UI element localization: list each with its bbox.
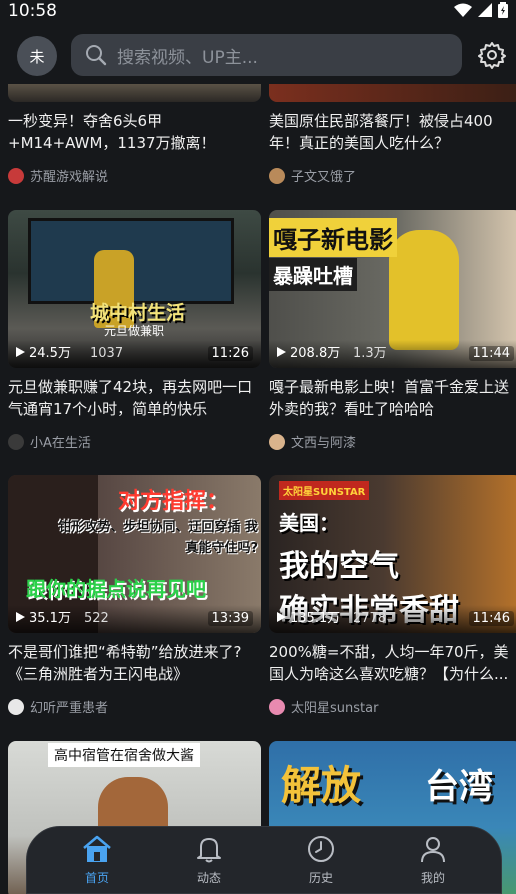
gear-icon[interactable] <box>478 41 506 69</box>
user-avatar[interactable]: 未 <box>17 36 57 76</box>
clock-icon <box>308 836 334 862</box>
video-card[interactable]: 城中村生活 元旦做兼职 24.5万 1037 11:26 元旦做兼职赚了42块，… <box>8 210 261 451</box>
video-card[interactable]: 一秒变异！夺舍6头6甲+M14+AWM，1137万撤离！ 苏醒游戏解说 <box>8 84 261 185</box>
bottom-tab-bar: 首页 动态 历史 我的 <box>26 826 502 894</box>
view-count: 135.1万 <box>277 607 340 626</box>
thumbnail-overlay-subtext: 台湾 <box>425 767 493 807</box>
video-author[interactable]: 文西与阿漆 <box>269 432 516 451</box>
video-title[interactable]: 嘎子最新电影上映！首富千金爱上送外卖的我？看吐了哈哈哈 <box>269 376 516 420</box>
video-title[interactable]: 200%糖=不甜，人均一年70斤，美国人为啥这么喜欢吃糖？【为什么... <box>269 641 516 685</box>
danmaku-count: 2778 <box>353 611 387 626</box>
author-name: 苏醒游戏解说 <box>30 170 109 185</box>
status-bar: 10:58 <box>0 0 516 24</box>
author-name: 幻听严重患者 <box>30 701 109 716</box>
video-thumbnail[interactable] <box>8 84 261 102</box>
search-placeholder: 搜索视频、UP主... <box>117 47 258 68</box>
thumbnail-overlay-text: 美国： <box>279 511 339 535</box>
thumbnail-meta: 35.1万 522 13:39 <box>8 605 261 633</box>
thumbnail-overlay-text: 高中宿管在宿舍做大酱 <box>48 743 200 767</box>
video-card[interactable]: 美国原住民部落餐厅！被侵占400年！真正的美国人吃什么？ 子文又饿了 <box>269 84 516 185</box>
signal-icon <box>478 3 492 17</box>
video-title[interactable]: 元旦做兼职赚了42块，再去网吧一口气通宵17个小时，简单的快乐 <box>8 376 261 420</box>
author-avatar <box>8 433 24 450</box>
video-thumbnail[interactable]: 城中村生活 元旦做兼职 24.5万 1037 11:26 <box>8 210 261 368</box>
thumbnail-overlay-subtext: 暴躁吐槽 <box>269 258 357 291</box>
tab-label: 首页 <box>84 871 109 885</box>
author-name: 子文又饿了 <box>291 170 357 185</box>
play-icon <box>277 611 286 622</box>
video-author[interactable]: 子文又饿了 <box>269 166 516 185</box>
thumbnail-meta: 135.1万 2778 11:46 <box>269 605 516 633</box>
battery-icon <box>498 2 508 18</box>
thumbnail-overlay-bottom-text: 跟你的据点说再见吧 <box>26 577 206 601</box>
tab-home[interactable]: 首页 <box>57 833 137 891</box>
video-duration: 11:26 <box>207 346 253 361</box>
thumbnail-overlay-text: 嘎子新电影 <box>269 218 397 257</box>
view-count: 208.8万 <box>277 342 340 361</box>
video-author[interactable]: 幻听严重患者 <box>8 697 261 716</box>
view-count: 24.5万 <box>16 342 71 361</box>
thumbnail-overlay-text: 解放 <box>281 763 361 809</box>
thumbnail-overlay-subtext: 我的空气 <box>279 549 399 584</box>
video-title[interactable]: 不是哥们谁把“希特勒”给放进来了?《三角洲胜者为王闪电战》 <box>8 641 261 685</box>
play-icon <box>277 346 286 357</box>
thumbnail-overlay-text: 对方指挥： <box>118 489 229 514</box>
play-icon <box>16 611 25 622</box>
play-icon <box>16 346 25 357</box>
video-card[interactable]: 嘎子新电影 暴躁吐槽 208.8万 1.3万 11:44 嘎子最新电影上映！首富… <box>269 210 516 451</box>
author-avatar <box>269 433 285 450</box>
tab-label: 历史 <box>308 871 333 885</box>
author-name: 小A在生活 <box>30 436 91 451</box>
video-feed[interactable]: 一秒变异！夺舍6头6甲+M14+AWM，1137万撤离！ 苏醒游戏解说 美国原住… <box>0 84 516 894</box>
thumbnail-meta: 208.8万 1.3万 11:44 <box>269 340 516 368</box>
author-name: 文西与阿漆 <box>291 436 357 451</box>
video-thumbnail[interactable]: 对方指挥： 钳形攻势、步坦协同、迂回穿插 我真能守住吗? 跟你的据点说再见吧 3… <box>8 475 261 633</box>
brand-logo: 太阳星SUNSTAR <box>279 481 370 500</box>
video-card[interactable]: 对方指挥： 钳形攻势、步坦协同、迂回穿插 我真能守住吗? 跟你的据点说再见吧 3… <box>8 475 261 716</box>
danmaku-count: 522 <box>84 611 109 626</box>
thumbnail-meta: 24.5万 1037 11:26 <box>8 340 261 368</box>
thumbnail-overlay-subtext: 元旦做兼职 <box>104 324 165 338</box>
tab-label: 动态 <box>196 871 221 885</box>
video-author[interactable]: 苏醒游戏解说 <box>8 166 261 185</box>
tab-mine[interactable]: 我的 <box>393 833 473 891</box>
author-avatar <box>8 167 24 184</box>
view-count: 35.1万 <box>16 607 71 626</box>
video-title[interactable]: 一秒变异！夺舍6头6甲+M14+AWM，1137万撤离！ <box>8 110 261 154</box>
video-duration: 13:39 <box>207 611 253 626</box>
wifi-icon <box>454 3 472 17</box>
rider-shape <box>389 230 459 350</box>
thumbnail-overlay-subtext: 钳形攻势、步坦协同、迂回穿插 我真能守住吗? <box>58 520 258 556</box>
video-duration: 11:44 <box>468 346 514 361</box>
video-author[interactable]: 太阳星sunstar <box>269 697 516 716</box>
video-thumbnail[interactable] <box>269 84 516 102</box>
author-avatar <box>269 167 285 184</box>
video-duration: 11:46 <box>468 611 514 626</box>
video-thumbnail[interactable]: 嘎子新电影 暴躁吐槽 208.8万 1.3万 11:44 <box>269 210 516 368</box>
search-bar[interactable]: 搜索视频、UP主... <box>71 34 462 76</box>
author-avatar <box>8 698 24 715</box>
video-author[interactable]: 小A在生活 <box>8 432 261 451</box>
tab-dynamics[interactable]: 动态 <box>169 833 249 891</box>
top-bar: 未 搜索视频、UP主... <box>0 24 516 84</box>
person-icon <box>421 837 445 863</box>
author-name: 太阳星sunstar <box>291 701 379 716</box>
status-icons <box>454 2 508 18</box>
home-icon <box>83 835 111 862</box>
tab-history[interactable]: 历史 <box>281 833 361 891</box>
bell-icon <box>197 838 221 863</box>
video-title[interactable]: 美国原住民部落餐厅！被侵占400年！真正的美国人吃什么？ <box>269 110 516 154</box>
tab-label: 我的 <box>420 871 445 885</box>
video-thumbnail[interactable]: 太阳星SUNSTAR 美国： 我的空气 确实非常香甜 135.1万 2778 1… <box>269 475 516 633</box>
danmaku-count: 1.3万 <box>353 346 387 361</box>
thumbnail-overlay-text: 城中村生活 <box>90 302 186 324</box>
search-icon <box>86 45 107 66</box>
author-avatar <box>269 698 285 715</box>
status-time: 10:58 <box>8 1 57 21</box>
video-card[interactable]: 太阳星SUNSTAR 美国： 我的空气 确实非常香甜 135.1万 2778 1… <box>269 475 516 716</box>
danmaku-count: 1037 <box>90 346 124 361</box>
